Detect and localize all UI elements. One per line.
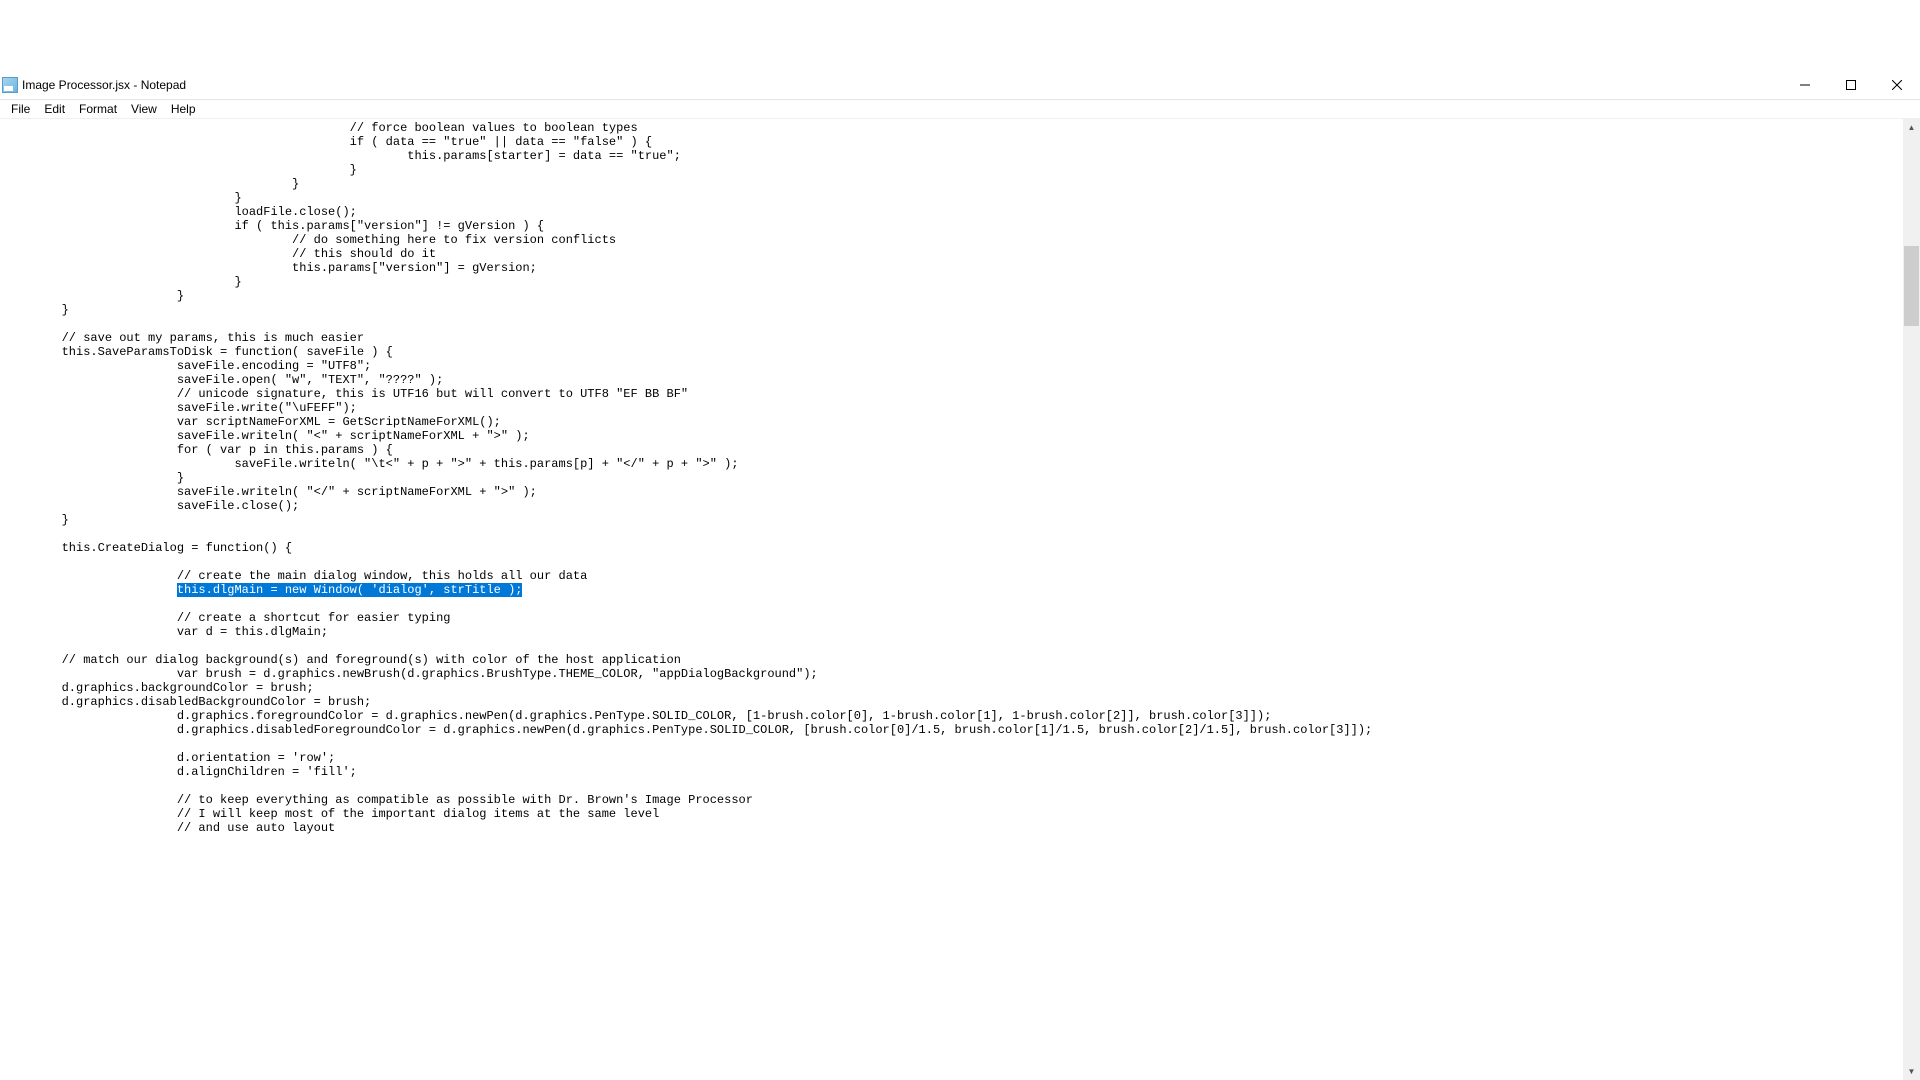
- code-after-selection: // create a shortcut for easier typing v…: [4, 597, 1372, 835]
- close-button[interactable]: [1874, 70, 1920, 100]
- scroll-up-button[interactable]: ▲: [1903, 119, 1920, 136]
- scroll-thumb[interactable]: [1904, 246, 1919, 326]
- scroll-down-button[interactable]: ▼: [1903, 1063, 1920, 1080]
- window-controls: [1782, 70, 1920, 100]
- window-title: Image Processor.jsx - Notepad: [22, 78, 1782, 92]
- menu-help[interactable]: Help: [164, 101, 203, 117]
- selected-text: this.dlgMain = new Window( 'dialog', str…: [177, 583, 523, 597]
- text-editor[interactable]: // force boolean values to boolean types…: [0, 119, 1920, 1080]
- menu-file[interactable]: File: [4, 101, 37, 117]
- minimize-button[interactable]: [1782, 70, 1828, 100]
- menu-edit[interactable]: Edit: [37, 101, 72, 117]
- menu-view[interactable]: View: [124, 101, 164, 117]
- vertical-scrollbar[interactable]: ▲ ▼: [1903, 119, 1920, 1080]
- window-titlebar[interactable]: Image Processor.jsx - Notepad: [0, 70, 1920, 100]
- notepad-icon: [2, 77, 18, 93]
- code-before-selection: // force boolean values to boolean types…: [4, 121, 739, 597]
- editor-container: // force boolean values to boolean types…: [0, 119, 1920, 1080]
- maximize-button[interactable]: [1828, 70, 1874, 100]
- scroll-track[interactable]: [1903, 136, 1920, 1063]
- menu-format[interactable]: Format: [72, 101, 124, 117]
- menu-bar: File Edit Format View Help: [0, 100, 1920, 119]
- blank-region-above-window: [0, 0, 1920, 70]
